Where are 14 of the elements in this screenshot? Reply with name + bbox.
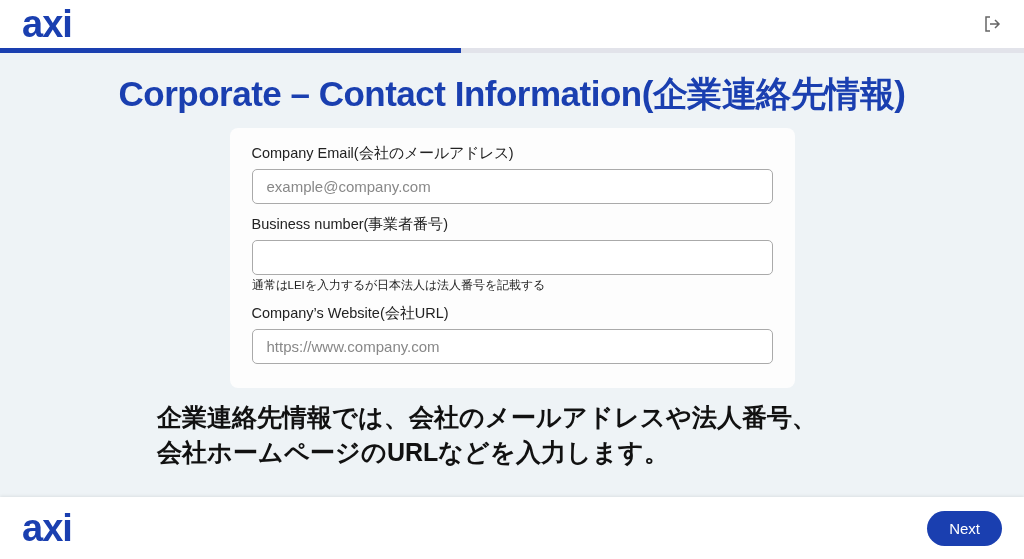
field-label: Company’s Website(会社URL) bbox=[251, 304, 450, 323]
input-field[interactable]: https://www.company.com bbox=[251, 329, 773, 364]
field-hint: 通常はLEIを入力するが日本法人は法人番号を記載する bbox=[251, 278, 546, 293]
caption-line: 企業連絡先情報では、会社のメールアドレスや法人番号、 bbox=[157, 402, 818, 433]
field-label: Company Email(会社のメールアドレス) bbox=[251, 144, 515, 163]
logout-icon[interactable] bbox=[982, 14, 1002, 34]
field-label: Business number(事業者番号) bbox=[251, 215, 450, 234]
page-title: Corporate – Contact Information(企業連絡先情報) bbox=[118, 73, 906, 115]
input-field[interactable] bbox=[251, 240, 773, 275]
logo: axi bbox=[22, 5, 72, 43]
input-field[interactable]: example@company.com bbox=[251, 169, 773, 204]
next-button[interactable]: Next bbox=[927, 510, 1002, 546]
caption-line: 会社ホームページのURLなどを入力します。 bbox=[157, 437, 671, 468]
logo: axi bbox=[22, 509, 72, 547]
